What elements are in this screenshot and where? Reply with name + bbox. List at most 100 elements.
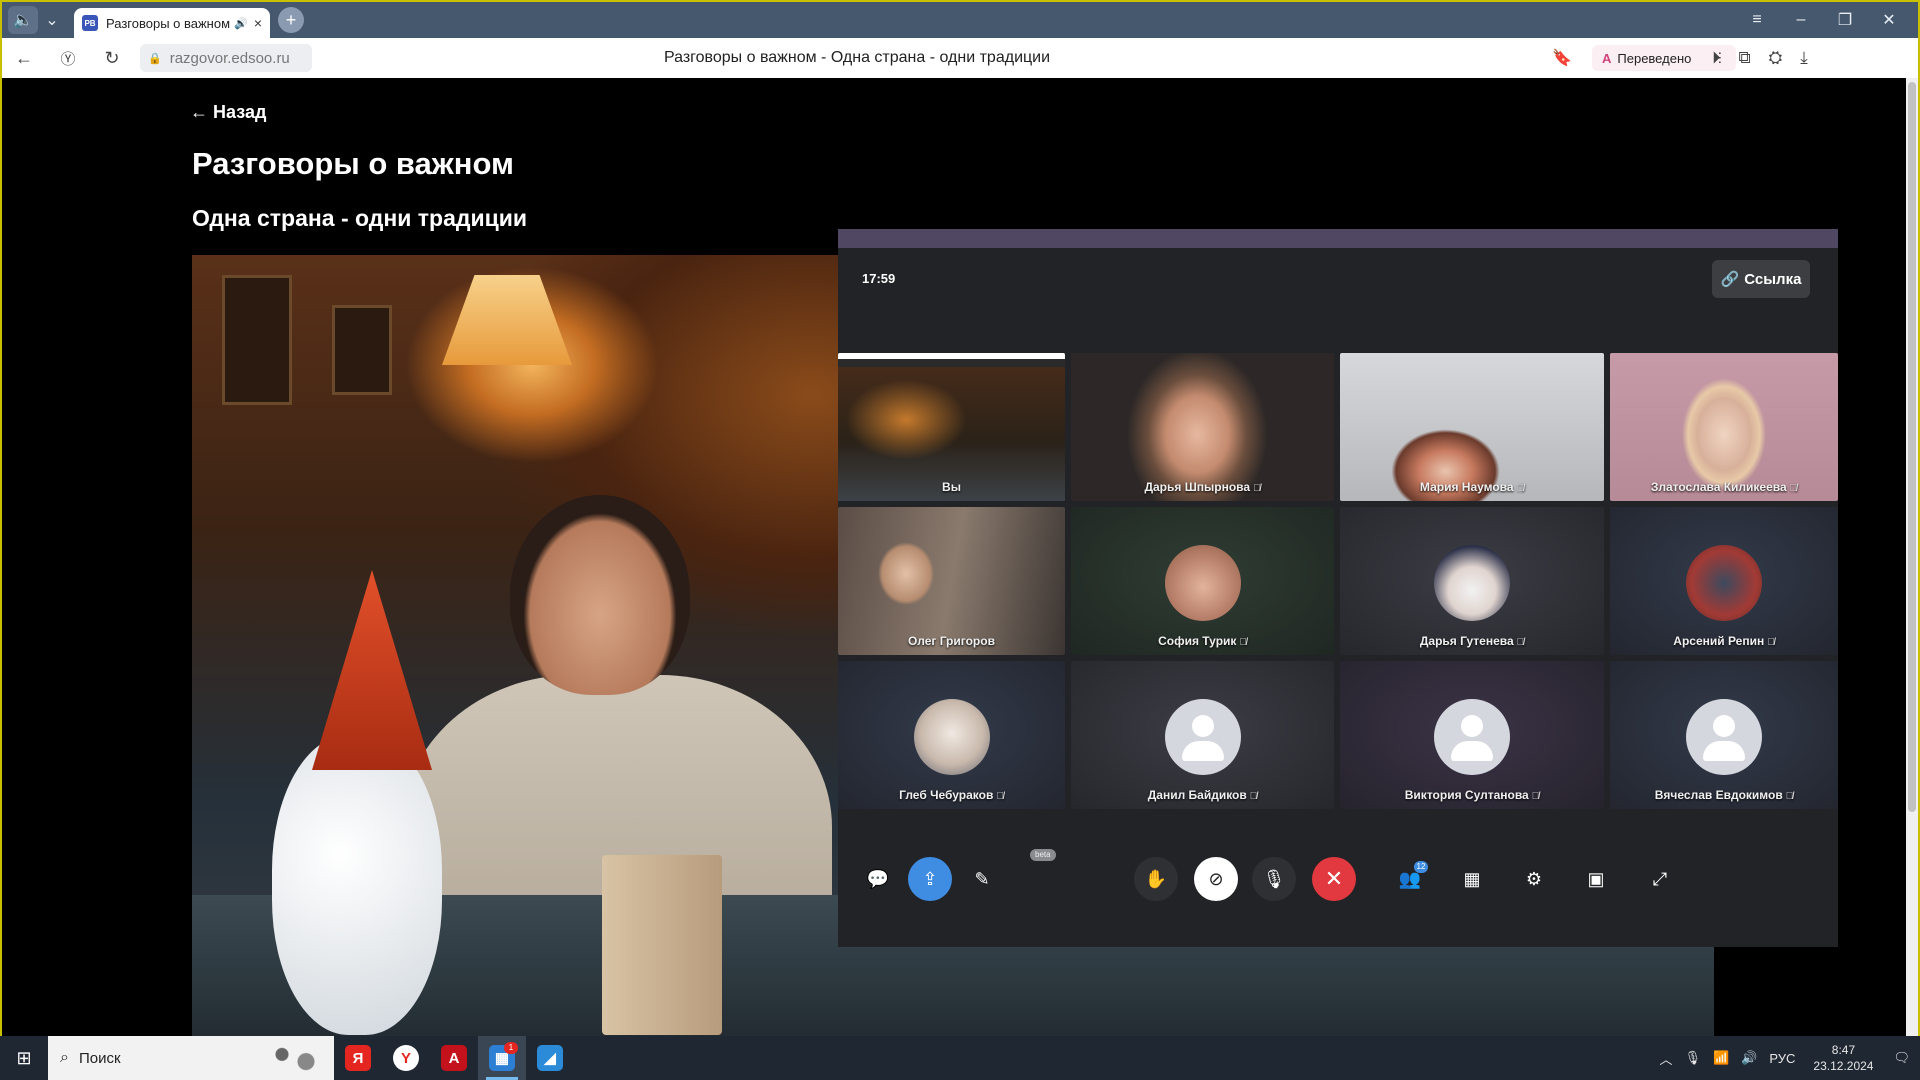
wifi-icon[interactable]: 📶	[1713, 1050, 1729, 1066]
whiteboard-icon[interactable]: ✎	[960, 857, 1004, 901]
participant-tile[interactable]: Данил Байдиков 🎙̸	[1071, 661, 1334, 809]
participant-tile[interactable]: Виктория Султанова 🎙̸	[1340, 661, 1604, 809]
end-call-button[interactable]: ✕	[1312, 857, 1356, 901]
tab-close-icon[interactable]: ×	[254, 15, 262, 31]
mic-muted-icon: 🎙̸	[1516, 483, 1525, 494]
camera-off-button[interactable]: ⊘	[1194, 857, 1238, 901]
taskbar-active-app[interactable]: ▦ 1	[478, 1036, 526, 1080]
scrollbar-thumb[interactable]	[1908, 82, 1916, 812]
yandex-icon[interactable]: Ⓨ	[46, 48, 90, 69]
camera-feed	[1340, 353, 1604, 501]
video-party-hat	[312, 570, 432, 770]
participant-avatar	[1434, 545, 1510, 621]
participant-avatar	[1686, 545, 1762, 621]
tab-title: Разговоры о важном	[106, 15, 231, 31]
fullscreen-icon[interactable]: ⤢	[1638, 857, 1682, 901]
reload-icon[interactable]: ↻	[90, 48, 134, 69]
chat-icon[interactable]: 💬	[856, 857, 900, 901]
participant-tile[interactable]: Олег Григоров	[838, 507, 1065, 655]
restore-icon[interactable]: ❐	[1830, 10, 1860, 30]
new-tab-button[interactable]: +	[278, 7, 304, 33]
url-field[interactable]: 🔒 razgovor.edsoo.ru	[140, 44, 312, 72]
copy-link-button[interactable]: 🔗 Ссылка	[1712, 260, 1810, 298]
tab-sound-icon[interactable]: 🔊	[234, 17, 248, 30]
taskbar-search[interactable]: ⌕ Поиск	[48, 1036, 334, 1080]
participant-name: Дарья Шпырнова 🎙̸	[1144, 480, 1261, 494]
url-text: razgovor.edsoo.ru	[169, 49, 290, 67]
participant-tile[interactable]: Мария Наумова 🎙̸	[1340, 353, 1604, 501]
camera-feed	[1610, 353, 1838, 501]
participant-name: Мария Наумова 🎙̸	[1419, 480, 1525, 494]
back-link[interactable]: ← Назад	[190, 102, 266, 123]
participant-tile[interactable]: Дарья Шпырнова 🎙̸	[1071, 353, 1334, 501]
layout-icon[interactable]: ▦	[1450, 857, 1494, 901]
raise-hand-button[interactable]: ✋	[1134, 857, 1178, 901]
extension-icon[interactable]: ⛭	[1769, 48, 1783, 68]
participant-tile[interactable]: Глеб Чебураков 🎙̸	[838, 661, 1065, 809]
camera-feed	[838, 507, 1065, 655]
participant-name: Олег Григоров	[908, 634, 995, 648]
video-player-icon[interactable]: ⏵	[1712, 48, 1721, 68]
windows-start-icon[interactable]: ⊞	[0, 1036, 48, 1080]
settings-gear-icon[interactable]: ⚙	[1512, 857, 1556, 901]
picture-in-picture-icon[interactable]: ▣	[1574, 857, 1618, 901]
participant-tile[interactable]: Вячеслав Евдокимов 🎙̸	[1610, 661, 1838, 809]
participant-name: София Турик 🎙̸	[1158, 634, 1247, 648]
app-notification-badge: 1	[504, 1042, 518, 1054]
minimize-icon[interactable]: –	[1786, 11, 1816, 29]
mic-muted-icon: 🎙̸	[1767, 637, 1775, 648]
search-icon: ⌕	[60, 1049, 69, 1066]
address-bar: ← Ⓨ ↻ 🔒 razgovor.edsoo.ru Разговоры о ва…	[2, 38, 1918, 78]
taskbar-clock[interactable]: 8:47 23.12.2024	[1813, 1042, 1873, 1074]
participants-count-badge: 12	[1414, 861, 1428, 873]
volume-icon[interactable]: 🔊	[1741, 1050, 1757, 1066]
link-icon: 🔗	[1720, 271, 1740, 288]
video-picture-frame	[332, 305, 392, 395]
page-scrollbar[interactable]	[1906, 78, 1918, 1038]
tab-strip: 🔈 ⌄ РВ Разговоры о важном 🔊 × + ≡ – ❐ ✕	[2, 2, 1918, 38]
collections-icon[interactable]: ⧉	[1739, 48, 1751, 68]
browser-menu-icon[interactable]: ≡	[1742, 11, 1772, 29]
call-timer: 17:59	[862, 271, 896, 286]
close-window-icon[interactable]: ✕	[1874, 10, 1904, 30]
screen-share-button[interactable]: ⇪	[908, 857, 952, 901]
participant-tile[interactable]: Дарья Гутенева 🎙̸	[1340, 507, 1604, 655]
default-avatar-icon	[1164, 699, 1241, 775]
notifications-icon[interactable]: 🗨	[1893, 1050, 1910, 1066]
window-controls: ≡ – ❐ ✕	[1742, 10, 1904, 30]
taskbar-yandex-browser[interactable]: Y	[382, 1036, 430, 1080]
back-arrow-icon[interactable]: ←	[2, 48, 46, 69]
video-cup	[602, 855, 722, 1035]
mic-muted-icon: 🎙̸	[1239, 637, 1247, 648]
participant-tile[interactable]: Арсений Репин 🎙̸	[1610, 507, 1838, 655]
yandex-app-icon: Я	[345, 1045, 371, 1071]
taskbar-acrobat[interactable]: A	[430, 1036, 478, 1080]
copy-link-label: Ссылка	[1744, 270, 1802, 288]
taskbar-yandex-app[interactable]: Я	[334, 1036, 382, 1080]
downloads-icon[interactable]: ⤓	[1800, 48, 1808, 68]
conference-header-bar[interactable]	[838, 229, 1838, 248]
toolbar-icons: ⏵ ⧉ ⛭ ⤓	[1712, 48, 1808, 68]
tab-favicon: РВ	[82, 15, 98, 31]
mic-muted-icon: 🎙̸	[996, 791, 1004, 802]
participant-tile-you[interactable]: Вы	[838, 353, 1065, 501]
bookmark-icon[interactable]: 🔖	[1552, 48, 1572, 68]
page-subheading: Одна страна - одни традиции	[192, 205, 528, 231]
video-girl-head	[510, 495, 690, 695]
page-heading: Разговоры о важном	[192, 146, 514, 181]
participant-name: Златослава Киликеева 🎙̸	[1650, 480, 1798, 494]
tabs-menu-chevron-icon[interactable]: ⌄	[38, 6, 66, 34]
system-tray: ︿ 🎙 📶 🔊 РУС 8:47 23.12.2024 🗨	[1659, 1042, 1910, 1074]
tray-mic-icon[interactable]: 🎙	[1684, 1050, 1701, 1066]
camera-feed	[838, 353, 1065, 501]
taskbar-app[interactable]: ◢	[526, 1036, 574, 1080]
active-tab[interactable]: РВ Разговоры о важном 🔊 ×	[74, 8, 270, 38]
language-indicator[interactable]: РУС	[1769, 1051, 1795, 1066]
tray-chevron-icon[interactable]: ︿	[1659, 1049, 1672, 1068]
video-lamp	[442, 275, 572, 365]
speaker-icon[interactable]: 🔈	[8, 6, 38, 34]
microphone-button[interactable]: 🎙	[1252, 857, 1296, 901]
participants-button[interactable]: 👥 12	[1388, 857, 1432, 901]
participant-tile[interactable]: Златослава Киликеева 🎙̸	[1610, 353, 1838, 501]
participant-tile[interactable]: София Турик 🎙̸	[1071, 507, 1334, 655]
